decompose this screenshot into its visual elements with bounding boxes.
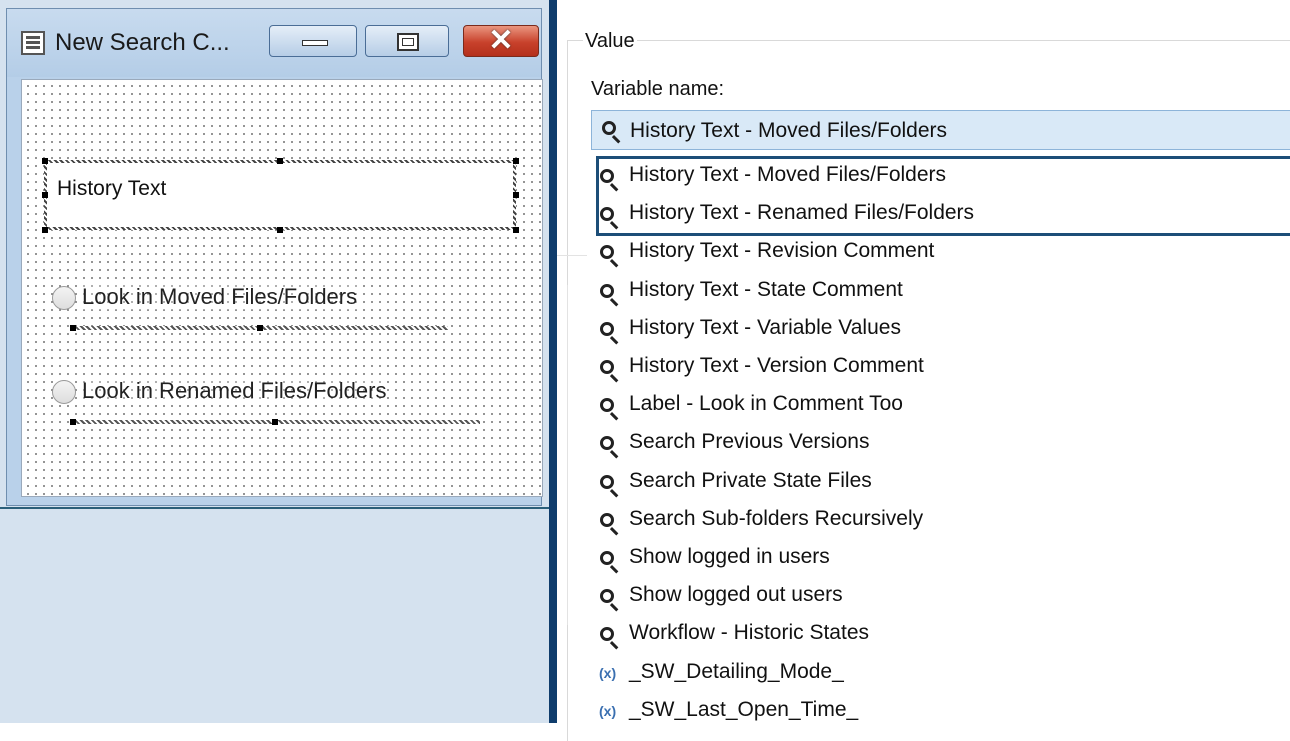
dropdown-option-label: Show logged out users [629,583,843,606]
window-titlebar[interactable]: New Search C... ✕ [7,9,541,77]
form-designer-pane: New Search C... ✕ History Text Look in M… [0,0,549,723]
dropdown-option[interactable]: Label - Look in Comment Too [591,387,1290,423]
close-button[interactable]: ✕ [463,25,539,57]
resize-handle[interactable] [513,192,519,198]
search-icon [600,398,614,412]
dropdown-option-label: _SW_Last_Open_Time_ [629,698,859,721]
splitter-bar[interactable] [549,0,557,723]
dropdown-option[interactable]: History Text - Variable Values [591,311,1290,347]
value-group-label: Value [583,30,637,53]
search-icon [600,475,614,489]
variable-icon: (x) [599,703,617,719]
search-icon [600,551,614,565]
search-icon [600,436,614,450]
search-icon [600,589,614,603]
dropdown-option[interactable]: (x) _SW_Last_Open_Time_ [591,693,1290,729]
dropdown-option-label: History Text - State Comment [629,278,903,301]
variable-name-label: Variable name: [591,78,725,100]
variable-name-combobox[interactable]: History Text - Moved Files/Folders [591,110,1290,150]
close-icon: ✕ [488,24,514,57]
dropdown-option[interactable]: History Text - Version Comment [591,349,1290,385]
search-icon [600,322,614,336]
radio-renamed-label: Look in Renamed Files/Folders [82,378,387,404]
design-canvas[interactable]: History Text Look in Moved Files/Folders… [21,79,543,497]
dropdown-option-label: Search Private State Files [629,469,872,492]
dropdown-option[interactable]: Search Previous Versions [591,425,1290,461]
dropdown-option[interactable]: Workflow - Historic States [591,616,1290,652]
dropdown-option[interactable]: History Text - Renamed Files/Folders [591,196,1290,232]
dropdown-option-label: Show logged in users [629,545,830,568]
dropdown-option-label: Label - Look in Comment Too [629,392,903,415]
search-icon [600,627,614,641]
window-title: New Search C... [55,29,230,56]
designer-window: New Search C... ✕ History Text Look in M… [6,8,543,506]
properties-pane: Value Variable name: History Text - Move… [557,0,1290,741]
resize-handle[interactable] [513,158,519,164]
resize-handle[interactable] [70,419,76,425]
resize-handle[interactable] [257,325,263,331]
resize-handle[interactable] [42,227,48,233]
dropdown-option[interactable]: Show logged in users [591,540,1290,576]
dropdown-option-label: Search Sub-folders Recursively [629,507,924,530]
search-icon [600,207,614,221]
resize-handle[interactable] [277,158,283,164]
radio-button-icon[interactable] [52,286,76,310]
dropdown-option-label: History Text - Moved Files/Folders [629,163,947,186]
radio-moved-label: Look in Moved Files/Folders [82,284,358,310]
dropdown-option-label: History Text - Renamed Files/Folders [629,201,975,224]
search-icon [600,513,614,527]
selected-variable: History Text - Moved Files/Folders [630,119,948,142]
history-text-label: History Text [57,177,167,200]
maximize-icon [397,33,419,51]
search-icon [602,121,616,135]
variable-icon: (x) [599,665,617,681]
resize-handle[interactable] [272,419,278,425]
pane-divider [0,507,549,509]
dropdown-option-label: Workflow - Historic States [629,621,869,644]
resize-handle[interactable] [42,158,48,164]
dropdown-option-label: History Text - Variable Values [629,316,901,339]
divider [567,285,568,625]
search-icon [600,360,614,374]
dropdown-option[interactable]: History Text - State Comment [591,273,1290,309]
resize-handle[interactable] [70,325,76,331]
form-icon [21,31,45,55]
resize-handle[interactable] [42,192,48,198]
dropdown-option-label: History Text - Revision Comment [629,239,935,262]
dropdown-option[interactable]: History Text - Revision Comment [591,234,1290,270]
search-icon [600,284,614,298]
dropdown-option[interactable]: History Text - Moved Files/Folders [591,158,1290,194]
dropdown-option-label: _SW_Detailing_Mode_ [629,660,844,683]
search-icon [600,169,614,183]
dropdown-option[interactable]: Search Sub-folders Recursively [591,502,1290,538]
dropdown-option[interactable]: Search Private State Files [591,464,1290,500]
resize-handle[interactable] [277,227,283,233]
dropdown-option-label: Search Previous Versions [629,430,870,453]
radio-button-icon[interactable] [52,380,76,404]
divider [557,255,587,256]
minimize-icon [302,40,328,46]
dropdown-option[interactable]: (x) _SW_Detailing_Mode_ [591,655,1290,691]
maximize-button[interactable] [365,25,449,57]
history-text-control[interactable]: History Text [44,160,516,230]
resize-handle[interactable] [513,227,519,233]
dropdown-option[interactable]: Show logged out users [591,578,1290,614]
dropdown-option-label: History Text - Version Comment [629,354,924,377]
search-icon [600,245,614,259]
minimize-button[interactable] [269,25,357,57]
